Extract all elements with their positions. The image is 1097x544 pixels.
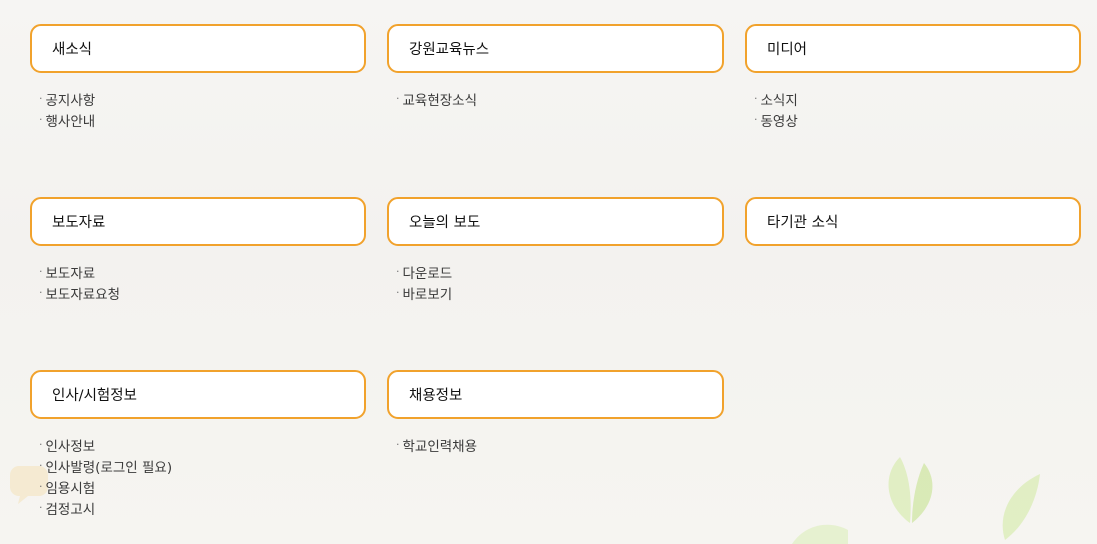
category-education-news: 강원교육뉴스 · 교육현장소식 bbox=[387, 24, 724, 197]
bullet: · bbox=[396, 438, 400, 451]
category-links: · 소식지 · 동영상 bbox=[754, 91, 1081, 133]
category-button-recruitment[interactable]: 채용정보 bbox=[387, 370, 724, 419]
category-grid: 새소식 · 공지사항 · 행사안내 강원교육뉴스 · 교육현장소식 미디어 · 소식지 … bbox=[30, 24, 1082, 543]
category-button-personnel-exam[interactable]: 인사/시험정보 bbox=[30, 370, 366, 419]
link-press-release[interactable]: · 보도자료 bbox=[39, 264, 366, 285]
category-media: 미디어 · 소식지 · 동영상 bbox=[745, 24, 1081, 197]
link-video[interactable]: · 동영상 bbox=[754, 112, 1081, 133]
bullet: · bbox=[396, 286, 400, 299]
bullet: · bbox=[39, 438, 43, 451]
bullet: · bbox=[39, 480, 43, 493]
link-label: 인사정보 bbox=[45, 439, 96, 455]
link-label: 공지사항 bbox=[45, 93, 96, 109]
category-button-media[interactable]: 미디어 bbox=[745, 24, 1081, 73]
category-button-other-agencies[interactable]: 타기관 소식 bbox=[745, 197, 1081, 246]
link-download[interactable]: · 다운로드 bbox=[396, 264, 724, 285]
link-press-request[interactable]: · 보도자료요청 bbox=[39, 285, 366, 306]
link-school-staff-recruitment[interactable]: · 학교인력채용 bbox=[396, 437, 724, 458]
bullet: · bbox=[39, 92, 43, 105]
bullet: · bbox=[39, 265, 43, 278]
link-label: 바로보기 bbox=[402, 287, 453, 303]
link-field-news[interactable]: · 교육현장소식 bbox=[396, 91, 724, 112]
category-links: · 공지사항 · 행사안내 bbox=[39, 91, 366, 133]
category-links: · 다운로드 · 바로보기 bbox=[396, 264, 724, 306]
link-events[interactable]: · 행사안내 bbox=[39, 112, 366, 133]
link-notice[interactable]: · 공지사항 bbox=[39, 91, 366, 112]
bullet: · bbox=[39, 459, 43, 472]
link-label: 소식지 bbox=[760, 93, 798, 109]
bullet: · bbox=[754, 113, 758, 126]
link-label: 동영상 bbox=[760, 114, 798, 130]
category-button-press[interactable]: 보도자료 bbox=[30, 197, 366, 246]
bullet: · bbox=[754, 92, 758, 105]
link-label: 다운로드 bbox=[402, 266, 453, 282]
category-other-agencies: 타기관 소식 bbox=[745, 197, 1081, 370]
category-links: · 인사정보 · 인사발령(로그인 필요) · 임용시험 · 검정고시 bbox=[39, 437, 366, 521]
bullet: · bbox=[396, 265, 400, 278]
link-label: 교육현장소식 bbox=[402, 93, 478, 109]
category-links: · 보도자료 · 보도자료요청 bbox=[39, 264, 366, 306]
category-news: 새소식 · 공지사항 · 행사안내 bbox=[30, 24, 366, 197]
category-personnel-exam: 인사/시험정보 · 인사정보 · 인사발령(로그인 필요) · 임용시험 · 검정고시 bbox=[30, 370, 366, 543]
category-recruitment: 채용정보 · 학교인력채용 bbox=[387, 370, 724, 543]
category-button-education-news[interactable]: 강원교육뉴스 bbox=[387, 24, 724, 73]
category-button-news[interactable]: 새소식 bbox=[30, 24, 366, 73]
category-links: · 학교인력채용 bbox=[396, 437, 724, 458]
bullet: · bbox=[39, 501, 43, 514]
link-personnel-appointment[interactable]: · 인사발령(로그인 필요) bbox=[39, 458, 366, 479]
category-button-today-press[interactable]: 오늘의 보도 bbox=[387, 197, 724, 246]
link-label: 보도자료 bbox=[45, 266, 96, 282]
link-label: 행사안내 bbox=[45, 114, 96, 130]
category-press: 보도자료 · 보도자료 · 보도자료요청 bbox=[30, 197, 366, 370]
link-view[interactable]: · 바로보기 bbox=[396, 285, 724, 306]
link-employment-exam[interactable]: · 임용시험 bbox=[39, 479, 366, 500]
bullet: · bbox=[39, 113, 43, 126]
category-links: · 교육현장소식 bbox=[396, 91, 724, 112]
link-label: 검정고시 bbox=[45, 502, 96, 518]
link-label: 학교인력채용 bbox=[402, 439, 478, 455]
link-newsletter[interactable]: · 소식지 bbox=[754, 91, 1081, 112]
link-personnel-info[interactable]: · 인사정보 bbox=[39, 437, 366, 458]
link-label: 임용시험 bbox=[45, 481, 96, 497]
link-qualification-exam[interactable]: · 검정고시 bbox=[39, 500, 366, 521]
category-today-press: 오늘의 보도 · 다운로드 · 바로보기 bbox=[387, 197, 724, 370]
bullet: · bbox=[39, 286, 43, 299]
bullet: · bbox=[396, 92, 400, 105]
link-label: 인사발령(로그인 필요) bbox=[45, 460, 173, 476]
link-label: 보도자료요청 bbox=[45, 287, 121, 303]
